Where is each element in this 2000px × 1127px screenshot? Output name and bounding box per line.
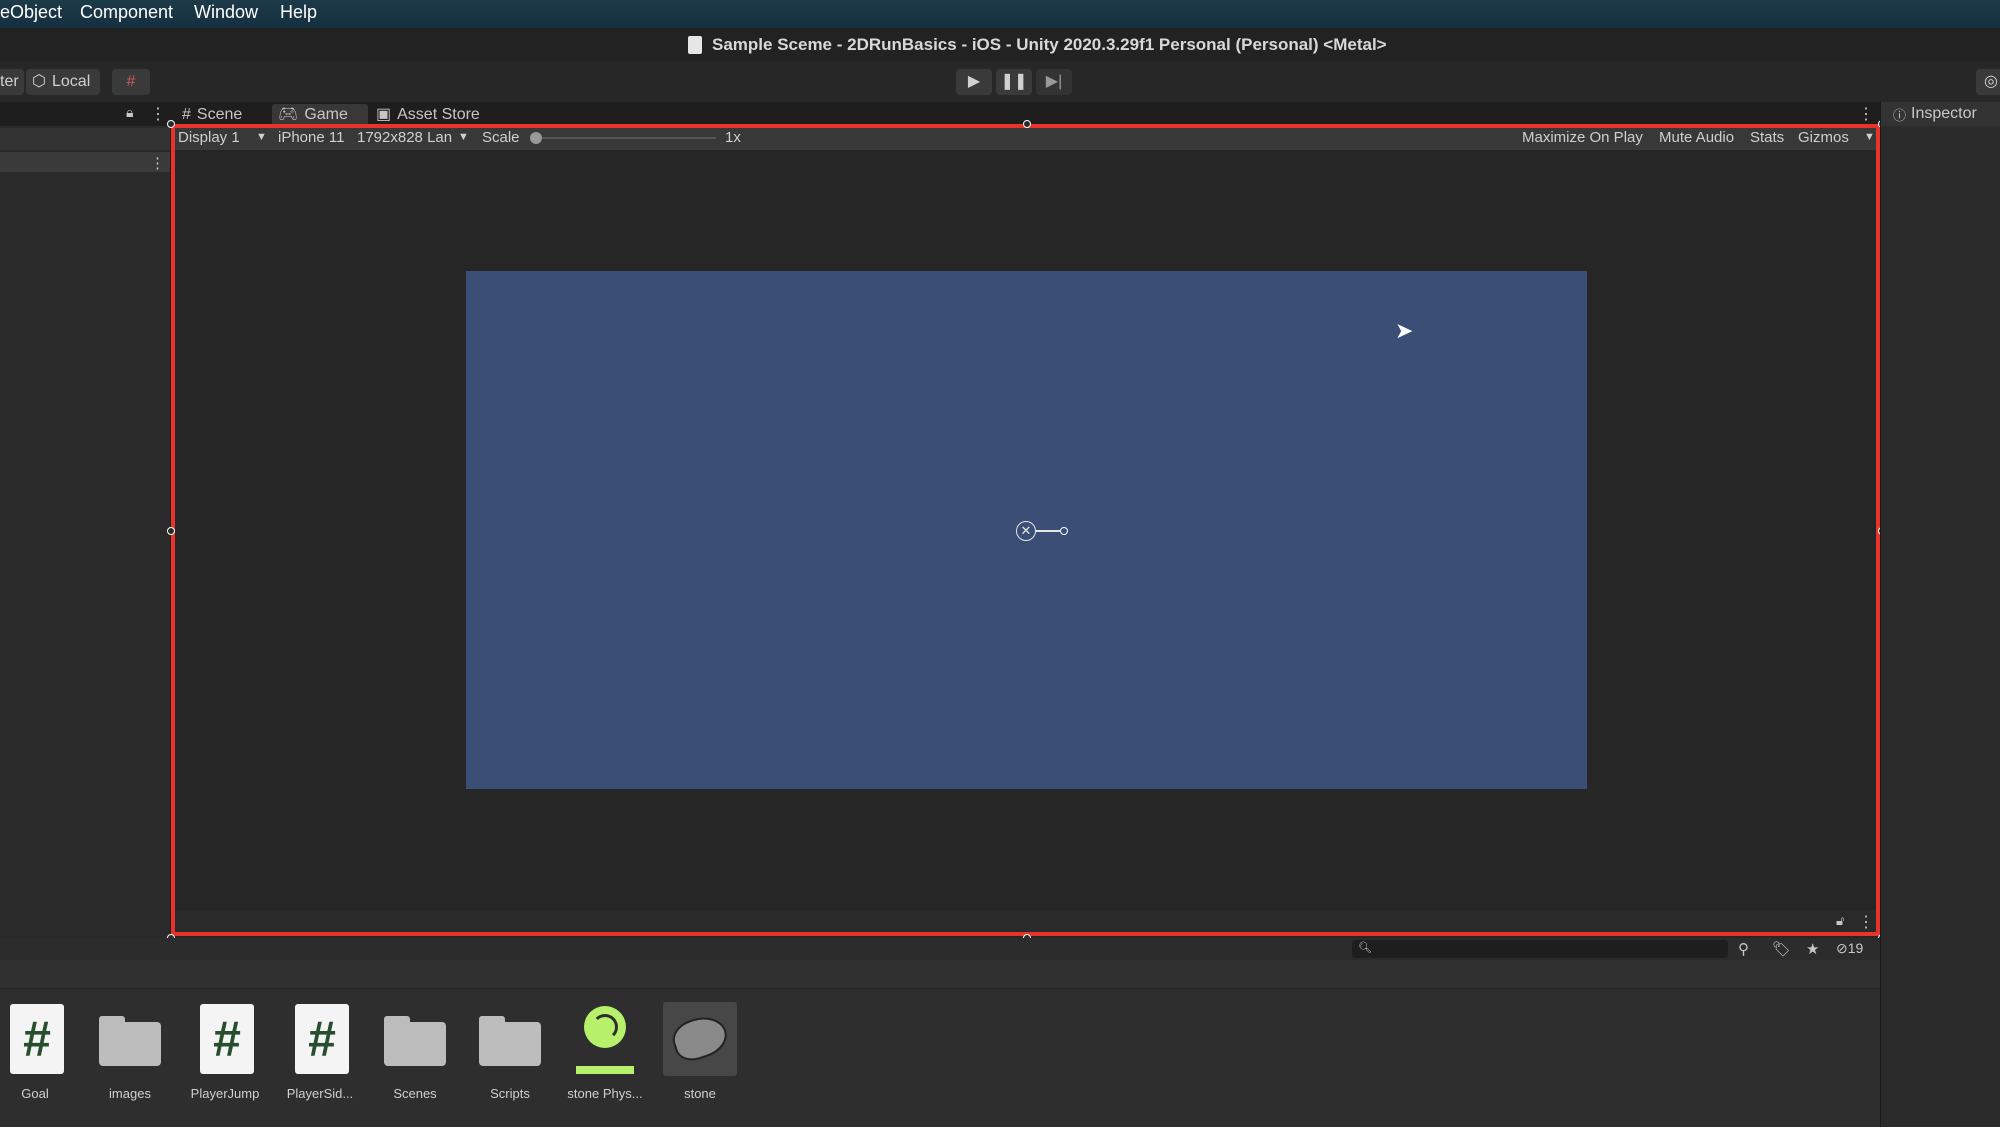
asset-label: PlayerJump (190, 1086, 260, 1101)
search-icon: 🔍︎ (1358, 942, 1372, 954)
project-breadcrumb-bar (0, 960, 1880, 989)
script-icon: # (10, 1004, 64, 1074)
grid-snap-button[interactable]: # (112, 69, 150, 95)
physics-material-ground (576, 1066, 634, 1074)
grid-snap-icon: # (126, 73, 136, 90)
local-label: Local (52, 73, 91, 90)
asset-label: PlayerSid... (286, 1086, 354, 1101)
play-button[interactable]: ▶ (956, 69, 992, 95)
tab-game[interactable]: 🎮︎ Game (272, 104, 368, 126)
menu-component[interactable]: Component (80, 2, 173, 23)
collab-icon: ◎ (1984, 73, 1998, 90)
menu-window[interactable]: Window (194, 2, 258, 23)
toolbar: ter ⬡ Local # ▶ ❚❚ ▶| ◎ (0, 62, 2000, 102)
step-button[interactable]: ▶| (1036, 69, 1072, 95)
hierarchy-panel: 🔒︎ ⋮ ⋮ (0, 102, 170, 939)
stone-sprite-icon (663, 1002, 737, 1076)
project-search-input[interactable]: 🔍︎ (1352, 940, 1728, 958)
physics-material-icon (584, 1006, 626, 1048)
asset-label: Scripts (490, 1086, 530, 1101)
tab-asset-store[interactable]: ▣ Asset Store (376, 104, 480, 126)
favorite-star-icon[interactable]: ★ (1806, 940, 1819, 958)
info-icon: ⓘ (1893, 108, 1907, 123)
inspector-tab[interactable]: ⓘ Inspector (1881, 102, 2000, 126)
lock-icon[interactable]: 🔒︎ (126, 104, 133, 121)
inspector-title: Inspector (1911, 105, 1977, 122)
asset-label: stone (684, 1086, 716, 1101)
asset-label: images (109, 1086, 151, 1101)
menu-help[interactable]: Help (280, 2, 317, 23)
window-title: Sample Sceme - 2DRunBasics - iOS - Unity… (712, 35, 1387, 54)
hierarchy-tab-bar (0, 102, 170, 126)
folder-icon (99, 1014, 161, 1066)
resize-handle-top[interactable] (1023, 120, 1031, 128)
asset-label: Scenes (393, 1086, 437, 1101)
folder-icon (479, 1014, 541, 1066)
pivot-toggle[interactable]: ter (0, 69, 24, 95)
panel-menu-icon[interactable]: ⋮ (150, 104, 166, 124)
filter-by-type-icon[interactable]: ⚲ (1738, 940, 1749, 958)
hidden-count: 19 (1847, 940, 1864, 956)
step-icon: ▶| (1045, 73, 1063, 90)
menu-gameobject[interactable]: eObject (0, 2, 62, 23)
hierarchy-search[interactable] (0, 128, 170, 150)
folder-icon (384, 1014, 446, 1066)
pivot-label: ter (0, 73, 19, 90)
asset-label: Goal (21, 1086, 49, 1101)
tab-game-label: Game (304, 106, 348, 123)
label-tag-icon[interactable]: 🏷︎ (1772, 940, 1791, 958)
grid-icon: # (182, 106, 191, 123)
menu-bar: eObject Component Window Help (0, 0, 2000, 28)
hierarchy-scene-row[interactable] (0, 152, 170, 172)
inspector-panel: ⓘ Inspector (1880, 102, 2000, 1127)
scene-menu-icon[interactable]: ⋮ (150, 154, 165, 172)
pause-button[interactable]: ❚❚ (996, 69, 1032, 95)
gamepad-icon: 🎮︎ (278, 106, 299, 123)
collab-button[interactable]: ◎ (1976, 69, 2000, 95)
selection-outline (171, 124, 1880, 936)
resize-handle-left[interactable] (167, 527, 175, 535)
local-toggle[interactable]: ⬡ Local (26, 69, 100, 95)
hidden-packages-icon[interactable]: ⊘19 (1836, 940, 1863, 957)
play-icon: ▶ (967, 73, 981, 90)
tab-asset-store-label: Asset Store (397, 106, 480, 123)
unity-document-icon (688, 36, 702, 54)
tabs-menu-icon[interactable]: ⋮ (1858, 104, 1874, 124)
title-bar: Sample Sceme - 2DRunBasics - iOS - Unity… (0, 28, 2000, 62)
resize-handle-top-left[interactable] (167, 120, 175, 128)
tab-scene-label: Scene (196, 106, 243, 123)
cube-icon: ⬡ (32, 73, 46, 90)
pause-icon: ❚❚ (1000, 73, 1028, 90)
asset-label: stone Phys... (567, 1086, 643, 1101)
script-icon: # (200, 1004, 254, 1074)
tab-scene[interactable]: # Scene (182, 104, 242, 126)
script-icon: # (295, 1004, 349, 1074)
bag-icon: ▣ (376, 106, 392, 123)
